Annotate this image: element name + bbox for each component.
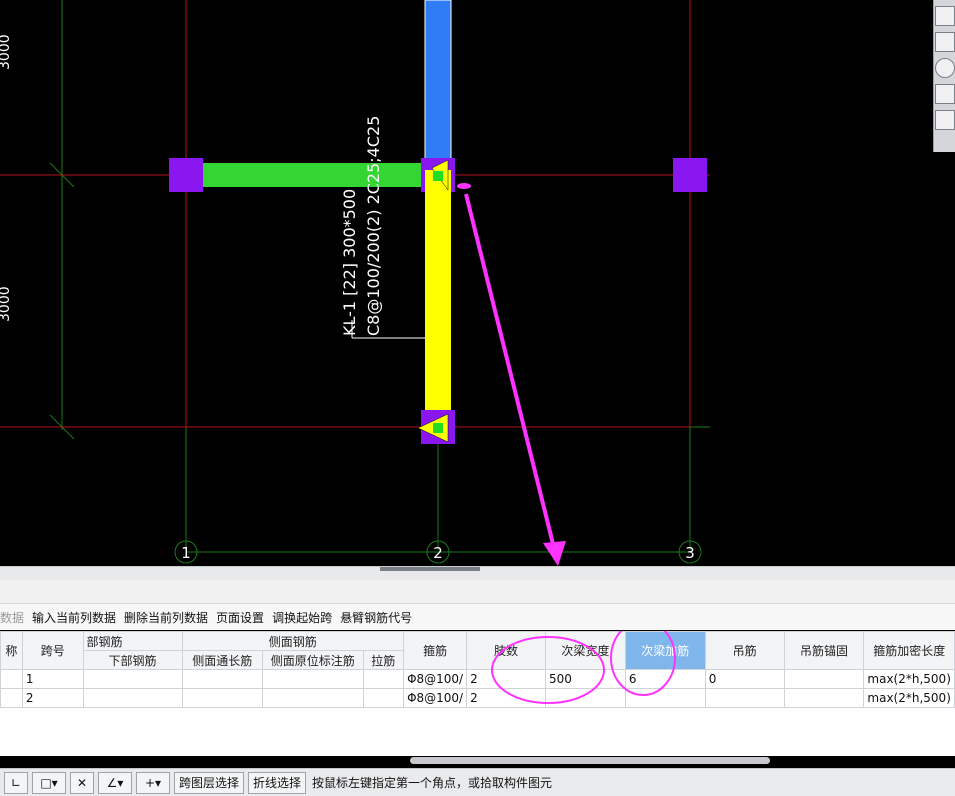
cell-tie[interactable] (362, 669, 405, 689)
annotation-arrowhead (543, 541, 566, 566)
cell-legs[interactable]: 2 (466, 688, 546, 708)
col-header-stirrup[interactable]: 箍筋 (403, 631, 468, 670)
ortho-icon[interactable]: ∟ (4, 771, 28, 794)
cell-legs[interactable]: 2 (466, 669, 546, 689)
col-header-dense-length[interactable]: 箍筋加密长度 (863, 631, 955, 670)
col-header-tie[interactable]: 拉筋 (362, 650, 405, 670)
cell-side-original[interactable] (261, 669, 364, 689)
toolbar-item-page-setup[interactable]: 页面设置 (216, 609, 264, 626)
cell-hanger[interactable]: 0 (704, 669, 785, 689)
cad-drawing-canvas[interactable]: 1 2 3 3000 3000 KL-1 [22] 300*500 C8@100… (0, 0, 955, 566)
toolbar-item-data[interactable]: 数据 (0, 609, 24, 626)
status-bar: ∟ □▾ ✕ ∠▾ +▾ 跨图层选择 折线选择 按鼠标左键指定第一个角点，或拾取… (0, 768, 955, 796)
cell-name[interactable] (0, 669, 23, 689)
cell-span[interactable]: 2 (21, 688, 84, 708)
beam-annotation-line1: KL-1 [22] 300*500 (340, 188, 359, 336)
beam-green[interactable] (200, 163, 428, 187)
angle-icon[interactable]: ∠▾ (98, 771, 132, 794)
annotation-arrow (464, 193, 556, 549)
cell-side-through[interactable] (181, 669, 263, 689)
cell-hanger[interactable] (704, 688, 785, 708)
cell-tie[interactable] (362, 688, 405, 708)
cell-side-original[interactable] (261, 688, 364, 708)
panel-splitter[interactable] (0, 566, 955, 580)
cell-name[interactable] (0, 688, 23, 708)
cross-layer-select-button[interactable]: 跨图层选择 (174, 771, 245, 794)
rebar-table-panel: 称 跨号 部钢筋 侧面钢筋 箍筋 肢数 次梁宽度 次梁加筋 吊筋 吊筋锚固 箍筋… (0, 631, 955, 756)
cell-secondary-width[interactable]: 500 (544, 669, 626, 689)
cross-icon[interactable]: ✕ (70, 771, 94, 794)
cell-secondary-add[interactable]: 6 (624, 669, 706, 689)
cell-bottom-rebar[interactable] (82, 688, 183, 708)
toolbar-item-delete-column[interactable]: 删除当前列数据 (124, 609, 208, 626)
cell-bottom-rebar[interactable] (82, 669, 183, 689)
dim-label: 3000 (0, 286, 13, 322)
cell-span[interactable]: 1 (21, 669, 84, 689)
cell-stirrup[interactable]: Φ8@100/ (403, 688, 468, 708)
beam-grip-point[interactable] (433, 423, 443, 433)
cad-svg[interactable]: 1 2 3 (0, 0, 955, 566)
col-header-span[interactable]: 跨号 (21, 631, 84, 670)
cell-hanger-anchor[interactable] (783, 669, 865, 689)
cell-secondary-width[interactable] (544, 688, 626, 708)
polyline-select-button[interactable]: 折线选择 (248, 771, 307, 794)
beam-yellow-overlay (425, 170, 451, 410)
select-box-icon[interactable]: □▾ (32, 771, 66, 794)
snap-icon[interactable]: +▾ (136, 771, 170, 794)
toolbar-item-swap-span[interactable]: 调换起始跨 (272, 609, 332, 626)
col-header-secondary-width[interactable]: 次梁宽度 (544, 631, 626, 670)
horizontal-scrollbar[interactable] (410, 757, 770, 764)
rotate-icon[interactable] (935, 58, 955, 78)
grid-toolbar: 数据 输入当前列数据 删除当前列数据 页面设置 调换起始跨 悬臂钢筋代号 (0, 604, 955, 630)
col-group-bottom-rebar: 部钢筋 (82, 631, 183, 651)
cell-stirrup[interactable]: Φ8@100/ (403, 669, 468, 689)
col-header-secondary-add[interactable]: 次梁加筋 (624, 631, 706, 670)
cube-icon[interactable] (935, 6, 955, 26)
cell-dense-length[interactable]: max(2*h,500) (863, 688, 955, 708)
cell-hanger-anchor[interactable] (783, 688, 865, 708)
splitter-grip[interactable] (380, 567, 480, 571)
table-row[interactable]: 2 Φ8@100/ 2 max(2*h,500) (0, 688, 955, 708)
axis-label-2: 2 (433, 544, 443, 562)
col-header-hanger[interactable]: 吊筋 (704, 631, 785, 670)
panel-header (0, 580, 955, 604)
toolbar-item-input-column[interactable]: 输入当前列数据 (32, 609, 116, 626)
column[interactable] (673, 158, 707, 192)
col-header-side-original[interactable]: 侧面原位标注筋 (261, 650, 364, 670)
grid-icon[interactable] (935, 84, 955, 104)
beam-blue[interactable] (424, 0, 452, 169)
col-header-hanger-anchor[interactable]: 吊筋锚固 (783, 631, 865, 670)
dim-label: 3000 (0, 34, 13, 70)
cell-side-through[interactable] (181, 688, 263, 708)
cell-secondary-add[interactable] (624, 688, 706, 708)
cell-dense-length[interactable]: max(2*h,500) (863, 669, 955, 689)
layers-icon[interactable] (935, 110, 955, 130)
box-icon[interactable] (935, 32, 955, 52)
beam-annotation-line2: C8@100/200(2) 2C25;4C25 (364, 115, 383, 336)
status-hint: 按鼠标左键指定第一个角点，或拾取构件图元 (312, 776, 553, 790)
col-group-side-rebar: 侧面钢筋 (181, 631, 405, 651)
column[interactable] (169, 158, 203, 192)
toolbar-item-cantilever-code[interactable]: 悬臂钢筋代号 (340, 609, 412, 626)
beam-grip-point[interactable] (433, 171, 443, 181)
axis-label-1: 1 (181, 544, 191, 562)
table-row[interactable]: 1 Φ8@100/ 2 500 6 0 max(2*h,500) (0, 669, 955, 689)
col-header-legs[interactable]: 肢数 (466, 631, 546, 670)
rebar-table: 称 跨号 部钢筋 侧面钢筋 箍筋 肢数 次梁宽度 次梁加筋 吊筋 吊筋锚固 箍筋… (0, 631, 955, 708)
col-header-side-through[interactable]: 侧面通长筋 (181, 650, 263, 670)
annotation-dot (457, 183, 471, 189)
axis-label-3: 3 (685, 544, 695, 562)
col-header-name[interactable]: 称 (0, 631, 23, 670)
right-toolbar (933, 0, 955, 152)
col-header-bottom-rebar[interactable]: 下部钢筋 (82, 650, 183, 670)
